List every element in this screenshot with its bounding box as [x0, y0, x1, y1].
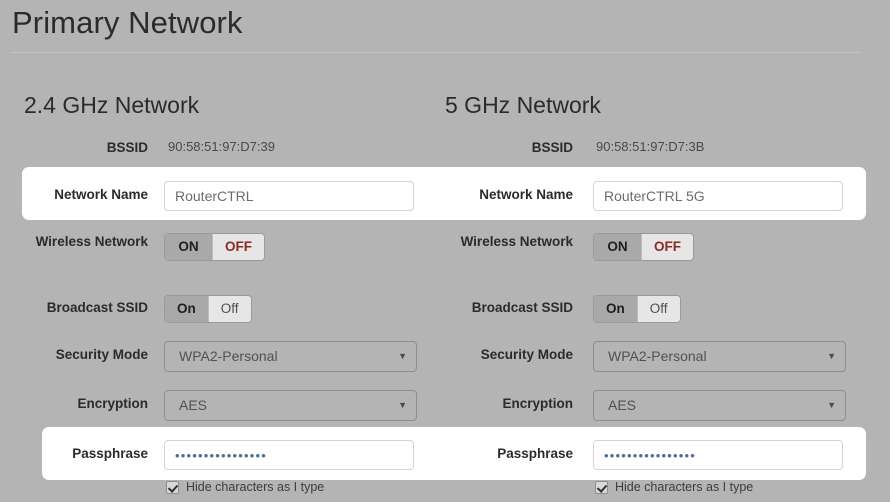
network-column-5ghz: 5 GHz Network BSSID 90:58:51:97:D7:3B Ne… [424, 0, 869, 502]
security-mode-label-2-4ghz: Security Mode [55, 347, 148, 362]
passphrase-control-5ghz: •••••••••••••••• [593, 440, 843, 470]
broadcast-ssid-label-5ghz: Broadcast SSID [471, 300, 573, 315]
encryption-select-2-4ghz[interactable]: AES ▼ [164, 390, 417, 421]
hide-characters-row-2-4ghz: Hide characters as I type [0, 480, 445, 500]
passphrase-row-2-4ghz: Passphrase •••••••••••••••• [0, 440, 445, 470]
wireless-network-label-5ghz: Wireless Network [460, 234, 573, 249]
broadcast-ssid-off-button-5ghz[interactable]: Off [636, 296, 680, 322]
column-heading-5ghz: 5 GHz Network [445, 92, 601, 118]
encryption-label-2-4ghz: Encryption [77, 396, 148, 411]
hide-characters-label-2-4ghz: Hide characters as I type [186, 480, 325, 494]
broadcast-ssid-toggle-5ghz[interactable]: On Off [593, 295, 681, 323]
security-mode-value-5ghz: WPA2-Personal [608, 348, 707, 364]
broadcast-ssid-control-5ghz: On Off [593, 295, 681, 323]
security-mode-select-2-4ghz[interactable]: WPA2-Personal ▼ [164, 341, 417, 372]
hide-characters-group-5ghz[interactable]: Hide characters as I type [595, 480, 753, 494]
network-column-2-4ghz: 2.4 GHz Network BSSID 90:58:51:97:D7:39 … [0, 0, 445, 502]
encryption-row-2-4ghz: Encryption AES ▼ [0, 390, 445, 421]
security-mode-value-2-4ghz: WPA2-Personal [179, 348, 278, 364]
bssid-label-5ghz: BSSID [531, 140, 573, 155]
network-name-row-2-4ghz: Network Name [0, 181, 445, 211]
security-mode-label-5ghz: Security Mode [480, 347, 573, 362]
encryption-value-5ghz: AES [608, 397, 637, 413]
bssid-row-5ghz: BSSID 90:58:51:97:D7:3B [424, 139, 869, 169]
wireless-network-control-2-4ghz: ON OFF [164, 233, 265, 261]
network-name-input-5ghz[interactable] [593, 181, 843, 211]
wireless-network-toggle-5ghz[interactable]: ON OFF [593, 233, 694, 261]
wireless-network-on-button-2-4ghz[interactable]: ON [165, 234, 212, 260]
wireless-network-on-button-5ghz[interactable]: ON [594, 234, 641, 260]
broadcast-ssid-control-2-4ghz: On Off [164, 295, 252, 323]
encryption-row-5ghz: Encryption AES ▼ [424, 390, 869, 421]
security-mode-select-5ghz[interactable]: WPA2-Personal ▼ [593, 341, 846, 372]
hide-characters-checkbox-2-4ghz[interactable] [166, 480, 179, 494]
broadcast-ssid-on-button-2-4ghz[interactable]: On [165, 296, 208, 322]
bssid-label-2-4ghz: BSSID [106, 140, 148, 155]
network-name-control-5ghz [593, 181, 843, 211]
broadcast-ssid-off-button-2-4ghz[interactable]: Off [207, 296, 251, 322]
bssid-row-2-4ghz: BSSID 90:58:51:97:D7:39 [0, 139, 445, 169]
passphrase-input-5ghz[interactable]: •••••••••••••••• [593, 440, 843, 470]
wireless-network-row-2-4ghz: Wireless Network ON OFF [0, 233, 445, 263]
encryption-label-5ghz: Encryption [502, 396, 573, 411]
chevron-down-icon: ▼ [827, 351, 836, 361]
security-mode-row-5ghz: Security Mode WPA2-Personal ▼ [424, 341, 869, 372]
chevron-down-icon: ▼ [827, 400, 836, 410]
hide-characters-row-5ghz: Hide characters as I type [424, 480, 869, 500]
broadcast-ssid-label-2-4ghz: Broadcast SSID [46, 300, 148, 315]
network-name-control-2-4ghz [164, 181, 414, 211]
broadcast-ssid-on-button-5ghz[interactable]: On [594, 296, 637, 322]
encryption-select-5ghz[interactable]: AES ▼ [593, 390, 846, 421]
passphrase-input-2-4ghz[interactable]: •••••••••••••••• [164, 440, 414, 470]
network-name-row-5ghz: Network Name [424, 181, 869, 211]
broadcast-ssid-row-5ghz: Broadcast SSID On Off [424, 295, 869, 325]
encryption-value-2-4ghz: AES [179, 397, 208, 413]
hide-characters-checkbox-5ghz[interactable] [595, 480, 608, 494]
network-name-label-2-4ghz: Network Name [54, 187, 148, 202]
broadcast-ssid-row-2-4ghz: Broadcast SSID On Off [0, 295, 445, 325]
broadcast-ssid-toggle-2-4ghz[interactable]: On Off [164, 295, 252, 323]
security-mode-control-5ghz: WPA2-Personal ▼ [593, 341, 846, 372]
wireless-network-row-5ghz: Wireless Network ON OFF [424, 233, 869, 263]
bssid-value-5ghz: 90:58:51:97:D7:3B [596, 139, 705, 154]
wireless-network-off-button-5ghz[interactable]: OFF [641, 234, 693, 260]
hide-characters-label-5ghz: Hide characters as I type [615, 480, 754, 494]
hide-characters-group-2-4ghz[interactable]: Hide characters as I type [166, 480, 324, 494]
passphrase-label-5ghz: Passphrase [497, 446, 573, 461]
encryption-control-5ghz: AES ▼ [593, 390, 846, 421]
wireless-network-toggle-2-4ghz[interactable]: ON OFF [164, 233, 265, 261]
encryption-control-2-4ghz: AES ▼ [164, 390, 417, 421]
column-heading-2-4ghz: 2.4 GHz Network [24, 92, 200, 118]
network-name-input-2-4ghz[interactable] [164, 181, 414, 211]
passphrase-label-2-4ghz: Passphrase [72, 446, 148, 461]
bssid-value-2-4ghz: 90:58:51:97:D7:39 [168, 139, 275, 154]
wireless-network-control-5ghz: ON OFF [593, 233, 694, 261]
passphrase-control-2-4ghz: •••••••••••••••• [164, 440, 414, 470]
security-mode-control-2-4ghz: WPA2-Personal ▼ [164, 341, 417, 372]
security-mode-row-2-4ghz: Security Mode WPA2-Personal ▼ [0, 341, 445, 372]
wireless-network-off-button-2-4ghz[interactable]: OFF [212, 234, 264, 260]
network-name-label-5ghz: Network Name [479, 187, 573, 202]
passphrase-row-5ghz: Passphrase •••••••••••••••• [424, 440, 869, 470]
wireless-network-label-2-4ghz: Wireless Network [35, 234, 148, 249]
